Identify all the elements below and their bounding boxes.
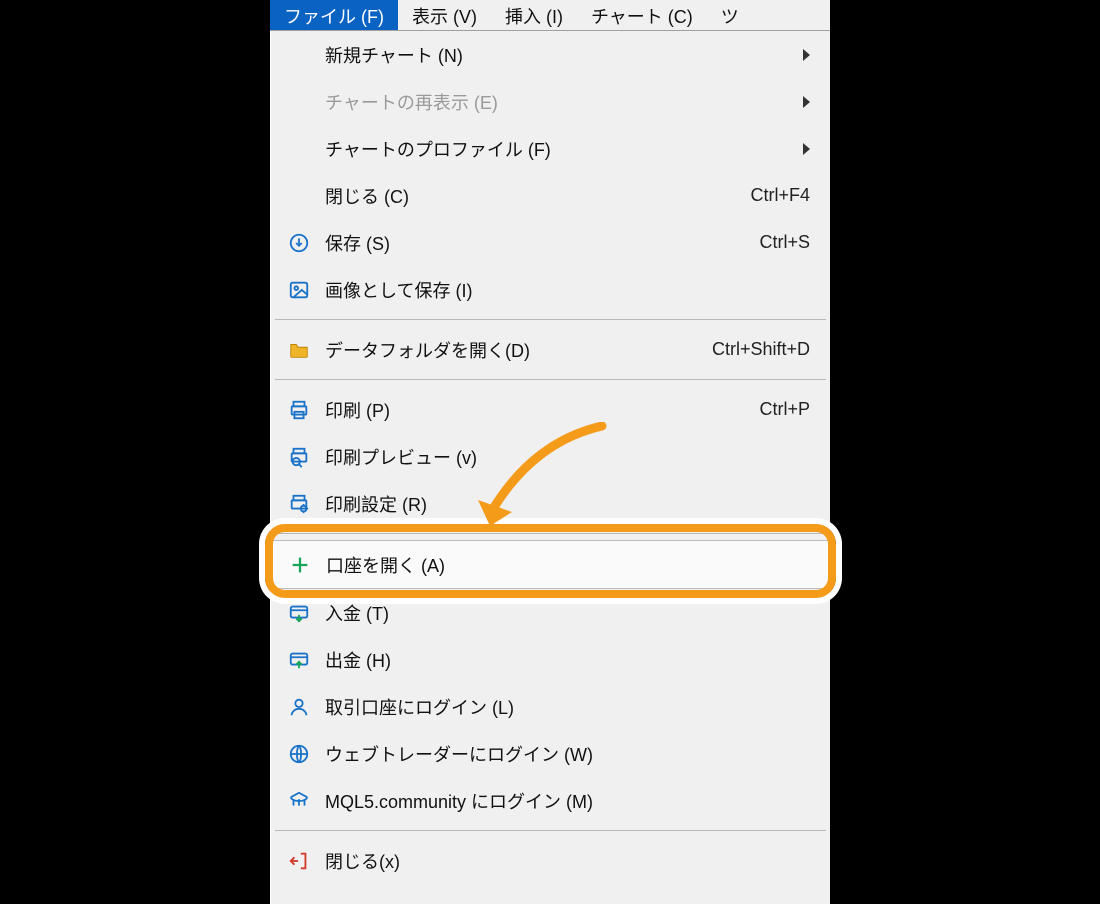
withdraw-icon [285,646,313,674]
menu-item[interactable]: 口座を開く (A) [271,540,830,589]
menubar-item-label: チャート (C) [591,7,693,27]
submenu-arrow-icon [803,143,810,155]
menu-item-label: 保存 (S) [325,230,759,256]
menu-item-shortcut: Ctrl+S [759,232,810,253]
menu-item[interactable]: ウェブトレーダーにログイン (W) [271,730,830,777]
folder-icon [285,336,313,364]
menu-separator [275,319,826,320]
menu-item-shortcut: Ctrl+Shift+D [712,339,810,360]
menu-item[interactable]: 取引口座にログイン (L) [271,683,830,730]
menu-item-label: 出金 (H) [325,647,810,673]
menu-item-label: チャートの再表示 (E) [325,89,791,115]
menu-item: チャートの再表示 (E) [271,78,830,125]
menubar-item-label: 表示 (V) [412,7,477,27]
menu-item-label: 閉じる(x) [325,848,810,874]
blank-icon [285,41,313,69]
blank-icon [285,182,313,210]
menu-separator [275,533,826,534]
menubar-item-label: ツ [721,7,739,27]
mql5-icon [285,787,313,815]
menu-item-label: 入金 (T) [325,600,810,626]
menu-item-label: ウェブトレーダーにログイン (W) [325,741,810,767]
menu-item-label: 口座を開く (A) [326,552,809,578]
image-icon [285,276,313,304]
print-icon [285,396,313,424]
menu-item[interactable]: 閉じる (C)Ctrl+F4 [271,172,830,219]
preview-icon [285,443,313,471]
print-gear-icon [285,490,313,518]
menu-item[interactable]: MQL5.community にログイン (M) [271,777,830,824]
menu-item[interactable]: 画像として保存 (I) [271,266,830,313]
menu-item-label: 取引口座にログイン (L) [325,694,810,720]
menubar-item-label: 挿入 (I) [505,7,563,27]
menu-item-shortcut: Ctrl+P [759,399,810,420]
submenu-arrow-icon [803,96,810,108]
menu-item-label: 閉じる (C) [325,183,750,209]
save-icon [285,229,313,257]
menu-item-label: 画像として保存 (I) [325,277,810,303]
menu-item[interactable]: 出金 (H) [271,636,830,683]
app-window: ファイル (F) 表示 (V) 挿入 (I) チャート (C) ツ 新規チャート… [270,0,830,904]
submenu-arrow-icon [803,49,810,61]
menu-item-label: チャートのプロファイル (F) [325,136,791,162]
menu-item[interactable]: 新規チャート (N) [271,31,830,78]
globe-icon [285,740,313,768]
menu-item-label: 印刷プレビュー (v) [325,444,810,470]
menu-item[interactable]: チャートのプロファイル (F) [271,125,830,172]
menu-item[interactable]: データフォルダを開く(D)Ctrl+Shift+D [271,326,830,373]
menu-item-label: データフォルダを開く(D) [325,337,712,363]
menu-item-label: 新規チャート (N) [325,42,791,68]
blank-icon [285,88,313,116]
menu-item[interactable]: 印刷設定 (R) [271,480,830,527]
menu-item-label: 印刷設定 (R) [325,491,810,517]
menu-item-label: MQL5.community にログイン (M) [325,788,810,814]
menu-separator [275,379,826,380]
menubar-item-insert[interactable]: 挿入 (I) [491,0,577,30]
user-icon [285,693,313,721]
plus-icon [286,551,314,579]
menu-item[interactable]: 印刷 (P)Ctrl+P [271,386,830,433]
menubar-item-chart[interactable]: チャート (C) [577,0,707,30]
menubar-item-view[interactable]: 表示 (V) [398,0,491,30]
menubar-item-tools[interactable]: ツ [707,0,753,30]
menubar-item-file[interactable]: ファイル (F) [270,0,398,30]
menu-item[interactable]: 印刷プレビュー (v) [271,433,830,480]
file-menu-dropdown: 新規チャート (N) チャートの再表示 (E) チャートのプロファイル (F) 閉じる… [270,31,830,904]
exit-icon [285,847,313,875]
blank-icon [285,135,313,163]
menu-item[interactable]: 閉じる(x) [271,837,830,884]
menu-separator [275,830,826,831]
menu-item-label: 印刷 (P) [325,397,759,423]
menu-item[interactable]: 入金 (T) [271,589,830,636]
menubar-item-label: ファイル (F) [284,7,384,27]
deposit-icon [285,599,313,627]
menu-item-shortcut: Ctrl+F4 [750,185,810,206]
menubar: ファイル (F) 表示 (V) 挿入 (I) チャート (C) ツ [270,0,830,31]
menu-item[interactable]: 保存 (S)Ctrl+S [271,219,830,266]
